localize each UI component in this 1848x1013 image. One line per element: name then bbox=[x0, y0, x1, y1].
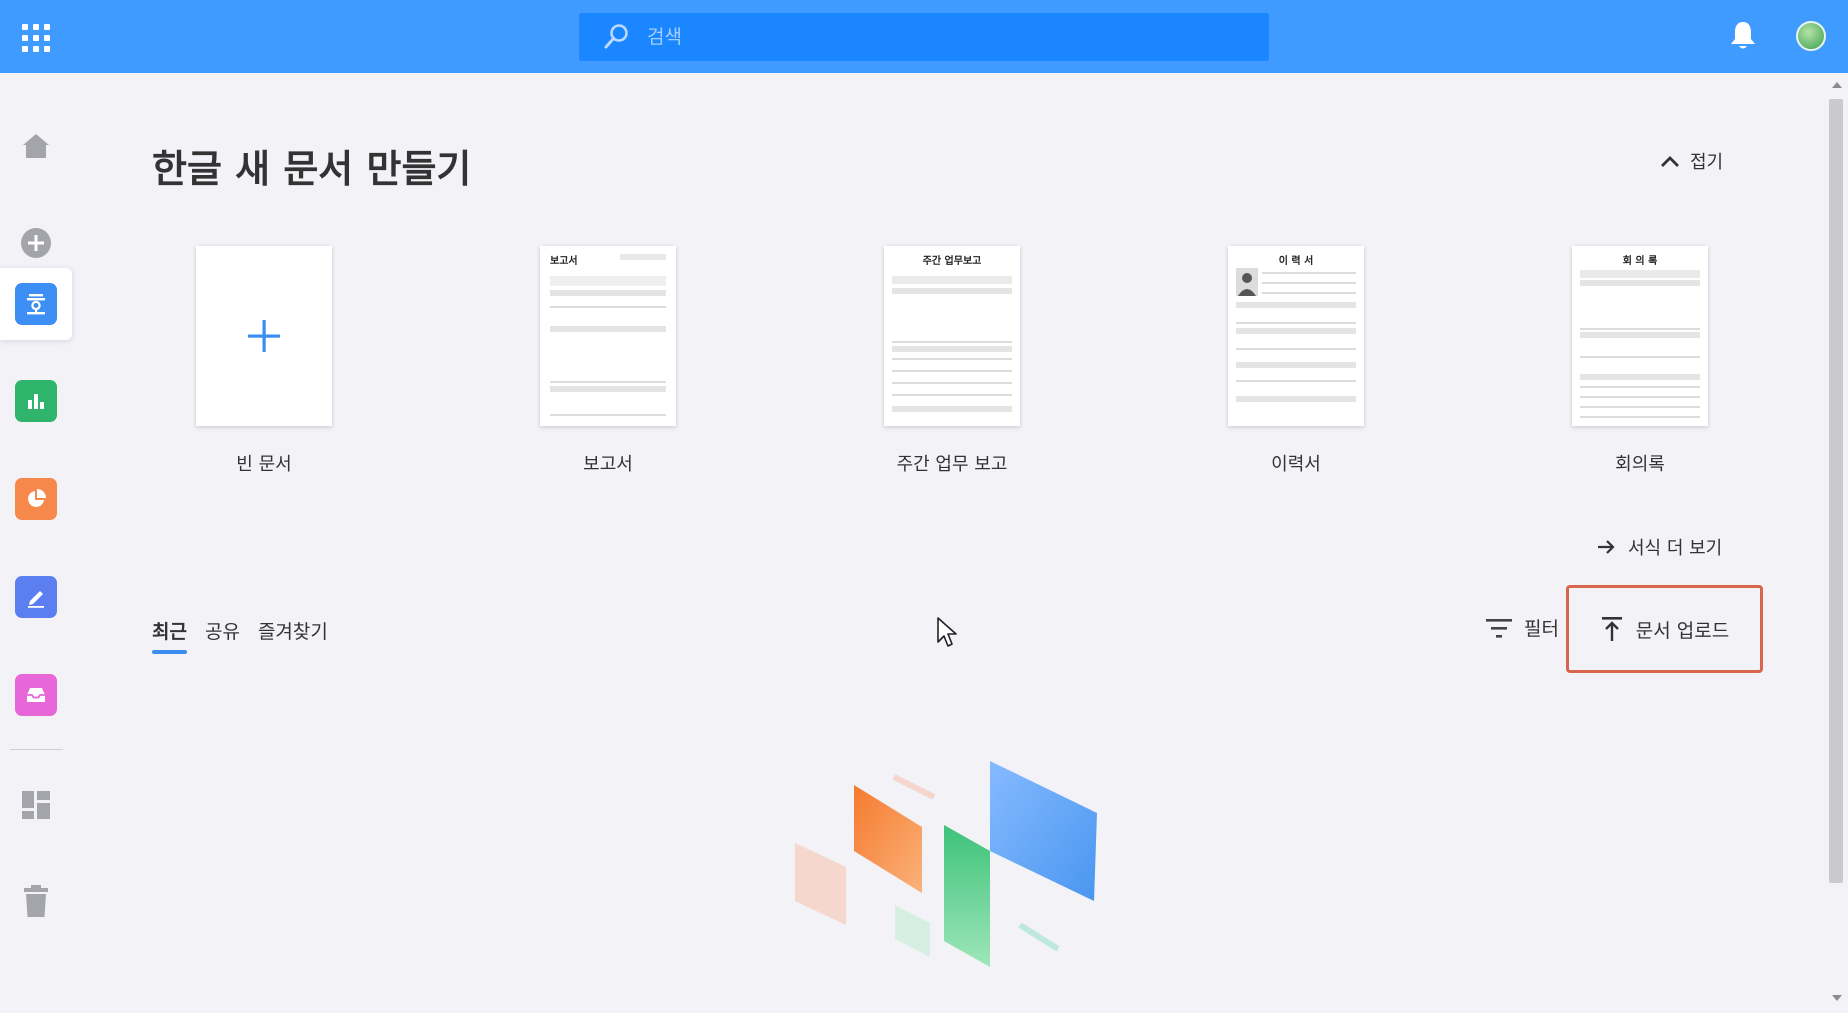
document-tabs: 최근 공유 즐겨찾기 bbox=[152, 617, 346, 654]
template-label: 회의록 bbox=[1615, 454, 1665, 475]
thumb-title: 이 력 서 bbox=[1278, 256, 1314, 267]
search-icon bbox=[604, 24, 628, 49]
home-icon bbox=[23, 134, 49, 158]
plus-circle-icon bbox=[21, 228, 51, 258]
dashboard-icon bbox=[22, 791, 50, 819]
template-weekly-report[interactable]: 주간 업무보고 주간 업무 보고 bbox=[852, 246, 1052, 476]
sidebar-item-home[interactable] bbox=[0, 110, 72, 182]
plus-icon bbox=[248, 320, 280, 352]
collapse-label: 접기 bbox=[1690, 152, 1724, 173]
template-label: 보고서 bbox=[583, 454, 633, 475]
search-input[interactable] bbox=[645, 18, 1249, 56]
sidebar-item-hanshow[interactable] bbox=[0, 463, 72, 535]
template-label: 주간 업무 보고 bbox=[896, 454, 1008, 475]
pie-chart-icon bbox=[15, 478, 57, 520]
person-photo-icon bbox=[1236, 268, 1258, 296]
sidebar-item-hangul[interactable] bbox=[0, 268, 72, 340]
thumb-title: 주간 업무보고 bbox=[922, 256, 982, 267]
tab-shared[interactable]: 공유 bbox=[205, 617, 240, 654]
thumb-title: 회 의 록 bbox=[1622, 256, 1658, 267]
sidebar-item-inbox[interactable] bbox=[0, 659, 72, 731]
template-minutes[interactable]: 회 의 록 회의록 bbox=[1540, 246, 1740, 476]
app-grid-icon[interactable] bbox=[22, 24, 50, 52]
template-resume[interactable]: 이 력 서 이력서 bbox=[1196, 246, 1396, 476]
upload-document-button[interactable]: 문서 업로드 bbox=[1566, 585, 1763, 673]
arrow-right-icon bbox=[1598, 540, 1615, 554]
template-label: 빈 문서 bbox=[236, 454, 292, 475]
sidebar-item-hanword[interactable] bbox=[0, 561, 72, 633]
template-report[interactable]: 보고서 보고서 bbox=[508, 246, 708, 476]
bell-icon[interactable] bbox=[1728, 20, 1758, 52]
template-thumbnail: 회 의 록 bbox=[1572, 246, 1708, 426]
sidebar-item-dashboard[interactable] bbox=[0, 769, 72, 841]
upload-icon bbox=[1601, 617, 1622, 641]
template-blank[interactable]: 빈 문서 bbox=[164, 246, 364, 476]
bar-chart-icon bbox=[15, 380, 57, 422]
pen-icon bbox=[15, 576, 57, 618]
tab-favorites[interactable]: 즐겨찾기 bbox=[258, 617, 328, 654]
empty-state-illustration bbox=[795, 761, 1097, 967]
scroll-up-arrow-icon[interactable] bbox=[1832, 82, 1842, 88]
template-thumbnail: 주간 업무보고 bbox=[884, 246, 1020, 426]
inbox-icon bbox=[15, 674, 57, 716]
scroll-down-arrow-icon[interactable] bbox=[1832, 995, 1842, 1001]
template-thumbnail bbox=[196, 246, 332, 426]
chevron-up-icon bbox=[1661, 156, 1679, 167]
filter-icon bbox=[1486, 618, 1512, 638]
page-title: 한글 새 문서 만들기 bbox=[152, 147, 472, 191]
filter-button[interactable]: 필터 bbox=[1484, 614, 1559, 641]
filter-label: 필터 bbox=[1524, 618, 1559, 640]
upload-label: 문서 업로드 bbox=[1635, 619, 1730, 642]
top-bar bbox=[0, 0, 1848, 73]
collapse-button[interactable]: 접기 bbox=[1660, 148, 1723, 174]
template-thumbnail: 보고서 bbox=[540, 246, 676, 426]
sidebar-item-trash[interactable] bbox=[0, 865, 72, 937]
more-templates-label: 서식 더 보기 bbox=[1628, 538, 1723, 559]
sidebar-item-hancell[interactable] bbox=[0, 365, 72, 437]
vertical-scrollbar[interactable] bbox=[1825, 73, 1848, 1013]
sidebar bbox=[0, 73, 72, 1013]
template-label: 이력서 bbox=[1271, 454, 1321, 475]
more-templates-link[interactable]: 서식 더 보기 bbox=[1596, 534, 1722, 560]
sidebar-divider bbox=[10, 749, 63, 750]
template-thumbnail: 이 력 서 bbox=[1228, 246, 1364, 426]
avatar[interactable] bbox=[1796, 21, 1826, 51]
mouse-cursor-icon bbox=[937, 617, 957, 647]
tab-recent[interactable]: 최근 bbox=[152, 617, 187, 654]
hangul-doc-icon bbox=[15, 283, 57, 325]
trash-icon bbox=[24, 885, 48, 917]
search-bar[interactable] bbox=[579, 13, 1269, 61]
scroll-thumb[interactable] bbox=[1829, 99, 1843, 883]
